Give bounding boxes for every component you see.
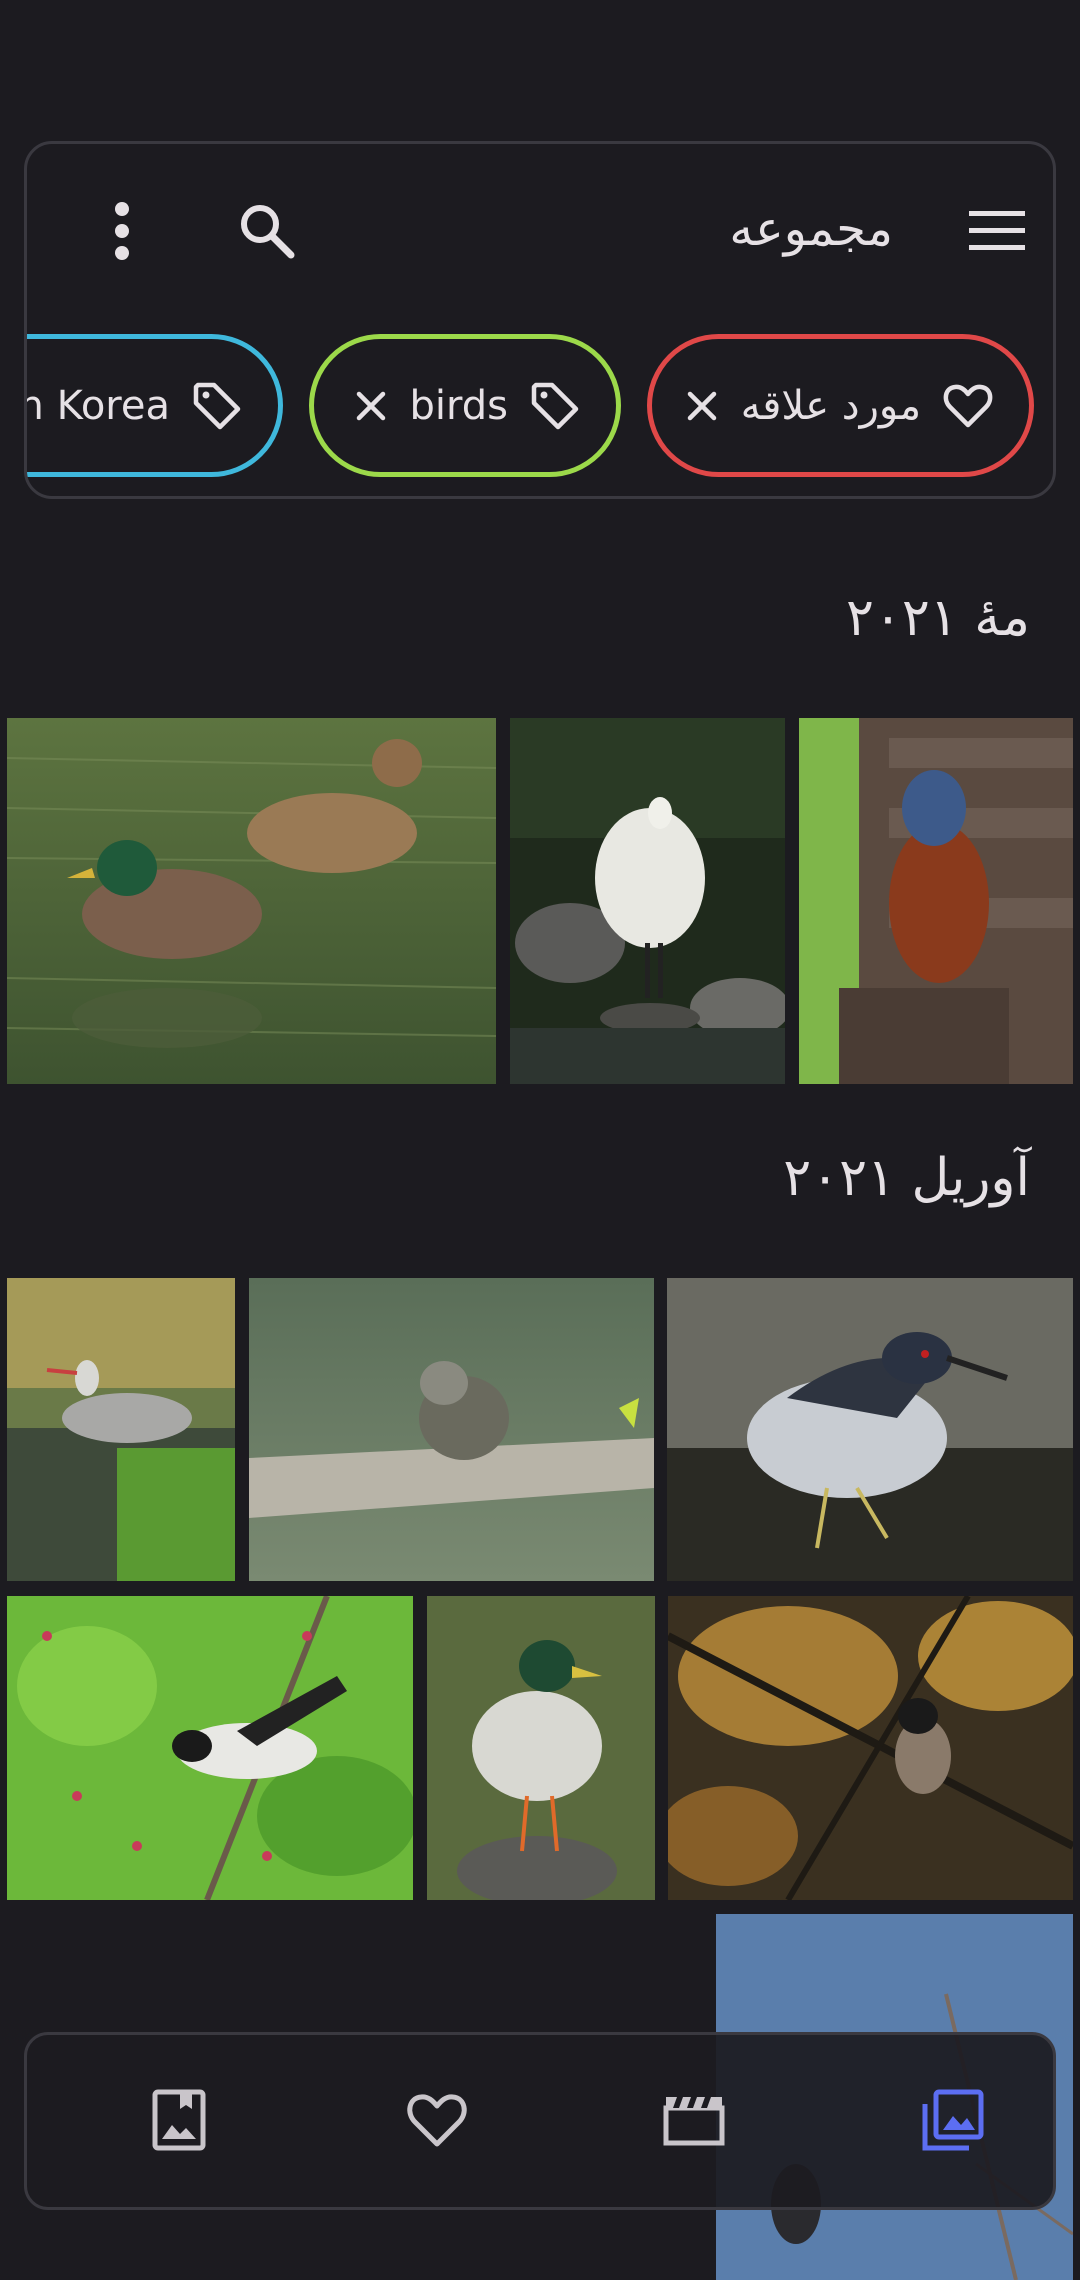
top-app-bar: مجموعه مورد علاقه birds h Korea (24, 141, 1056, 499)
nav-albums[interactable] (119, 2065, 239, 2175)
page-title: مجموعه (729, 201, 893, 257)
photo-mallard-on-rock[interactable] (427, 1596, 655, 1900)
nav-favorites[interactable] (377, 2065, 497, 2175)
chip-korea[interactable]: h Korea (24, 334, 283, 477)
heart-icon (943, 384, 993, 427)
photo-night-heron[interactable] (667, 1278, 1073, 1581)
photo-mallard-ducks[interactable] (7, 718, 496, 1084)
nav-gallery[interactable] (893, 2065, 1013, 2175)
chip-label: birds (409, 382, 508, 429)
photo-image (7, 1596, 413, 1900)
section-title-may: مهٔ ۲۰۲۱ (846, 588, 1030, 648)
album-icon (152, 2089, 206, 2151)
photo-tit-on-blossom-branch[interactable] (7, 1596, 413, 1900)
bottom-navigation (24, 2032, 1056, 2210)
tag-icon (193, 382, 241, 429)
photo-image (799, 718, 1073, 1084)
menu-button[interactable] (952, 186, 1042, 276)
menu-icon (969, 211, 1025, 250)
photo-image (667, 1278, 1073, 1581)
photo-image (249, 1278, 654, 1581)
photo-image (7, 718, 496, 1084)
photo-image (668, 1596, 1073, 1900)
photo-image (7, 1278, 235, 1581)
filter-chips: مورد علاقه birds h Korea (27, 334, 1053, 479)
photo-bird-in-autumn-tree[interactable] (668, 1596, 1073, 1900)
favorite-icon (407, 2094, 467, 2147)
photo-white-egret[interactable] (510, 718, 785, 1084)
chip-favorites[interactable]: مورد علاقه (647, 334, 1034, 477)
gallery-icon (922, 2089, 984, 2151)
video-icon (663, 2097, 725, 2146)
photo-juvenile-bird-on-branch[interactable] (249, 1278, 654, 1581)
nav-videos[interactable] (634, 2065, 754, 2175)
photo-image (427, 1596, 655, 1900)
chip-birds[interactable]: birds (309, 334, 621, 477)
photo-grey-heron[interactable] (7, 1278, 235, 1581)
screen: مجموعه مورد علاقه birds h Korea مهٔ ۲۰۲۱… (0, 0, 1080, 2280)
chip-label: h Korea (24, 382, 170, 429)
more-vert-icon (115, 202, 129, 260)
search-icon (241, 205, 295, 259)
close-icon[interactable] (354, 389, 388, 423)
app-bar-row: مجموعه (27, 144, 1053, 304)
section-title-april: آوریل ۲۰۲۱ (783, 1148, 1030, 1208)
chip-label: مورد علاقه (740, 382, 921, 429)
more-options-button[interactable] (77, 186, 167, 276)
photo-image (510, 718, 785, 1084)
search-button[interactable] (217, 186, 317, 276)
tag-icon (531, 382, 579, 429)
close-icon[interactable] (685, 389, 719, 423)
photo-blue-rock-thrush[interactable] (799, 718, 1073, 1084)
